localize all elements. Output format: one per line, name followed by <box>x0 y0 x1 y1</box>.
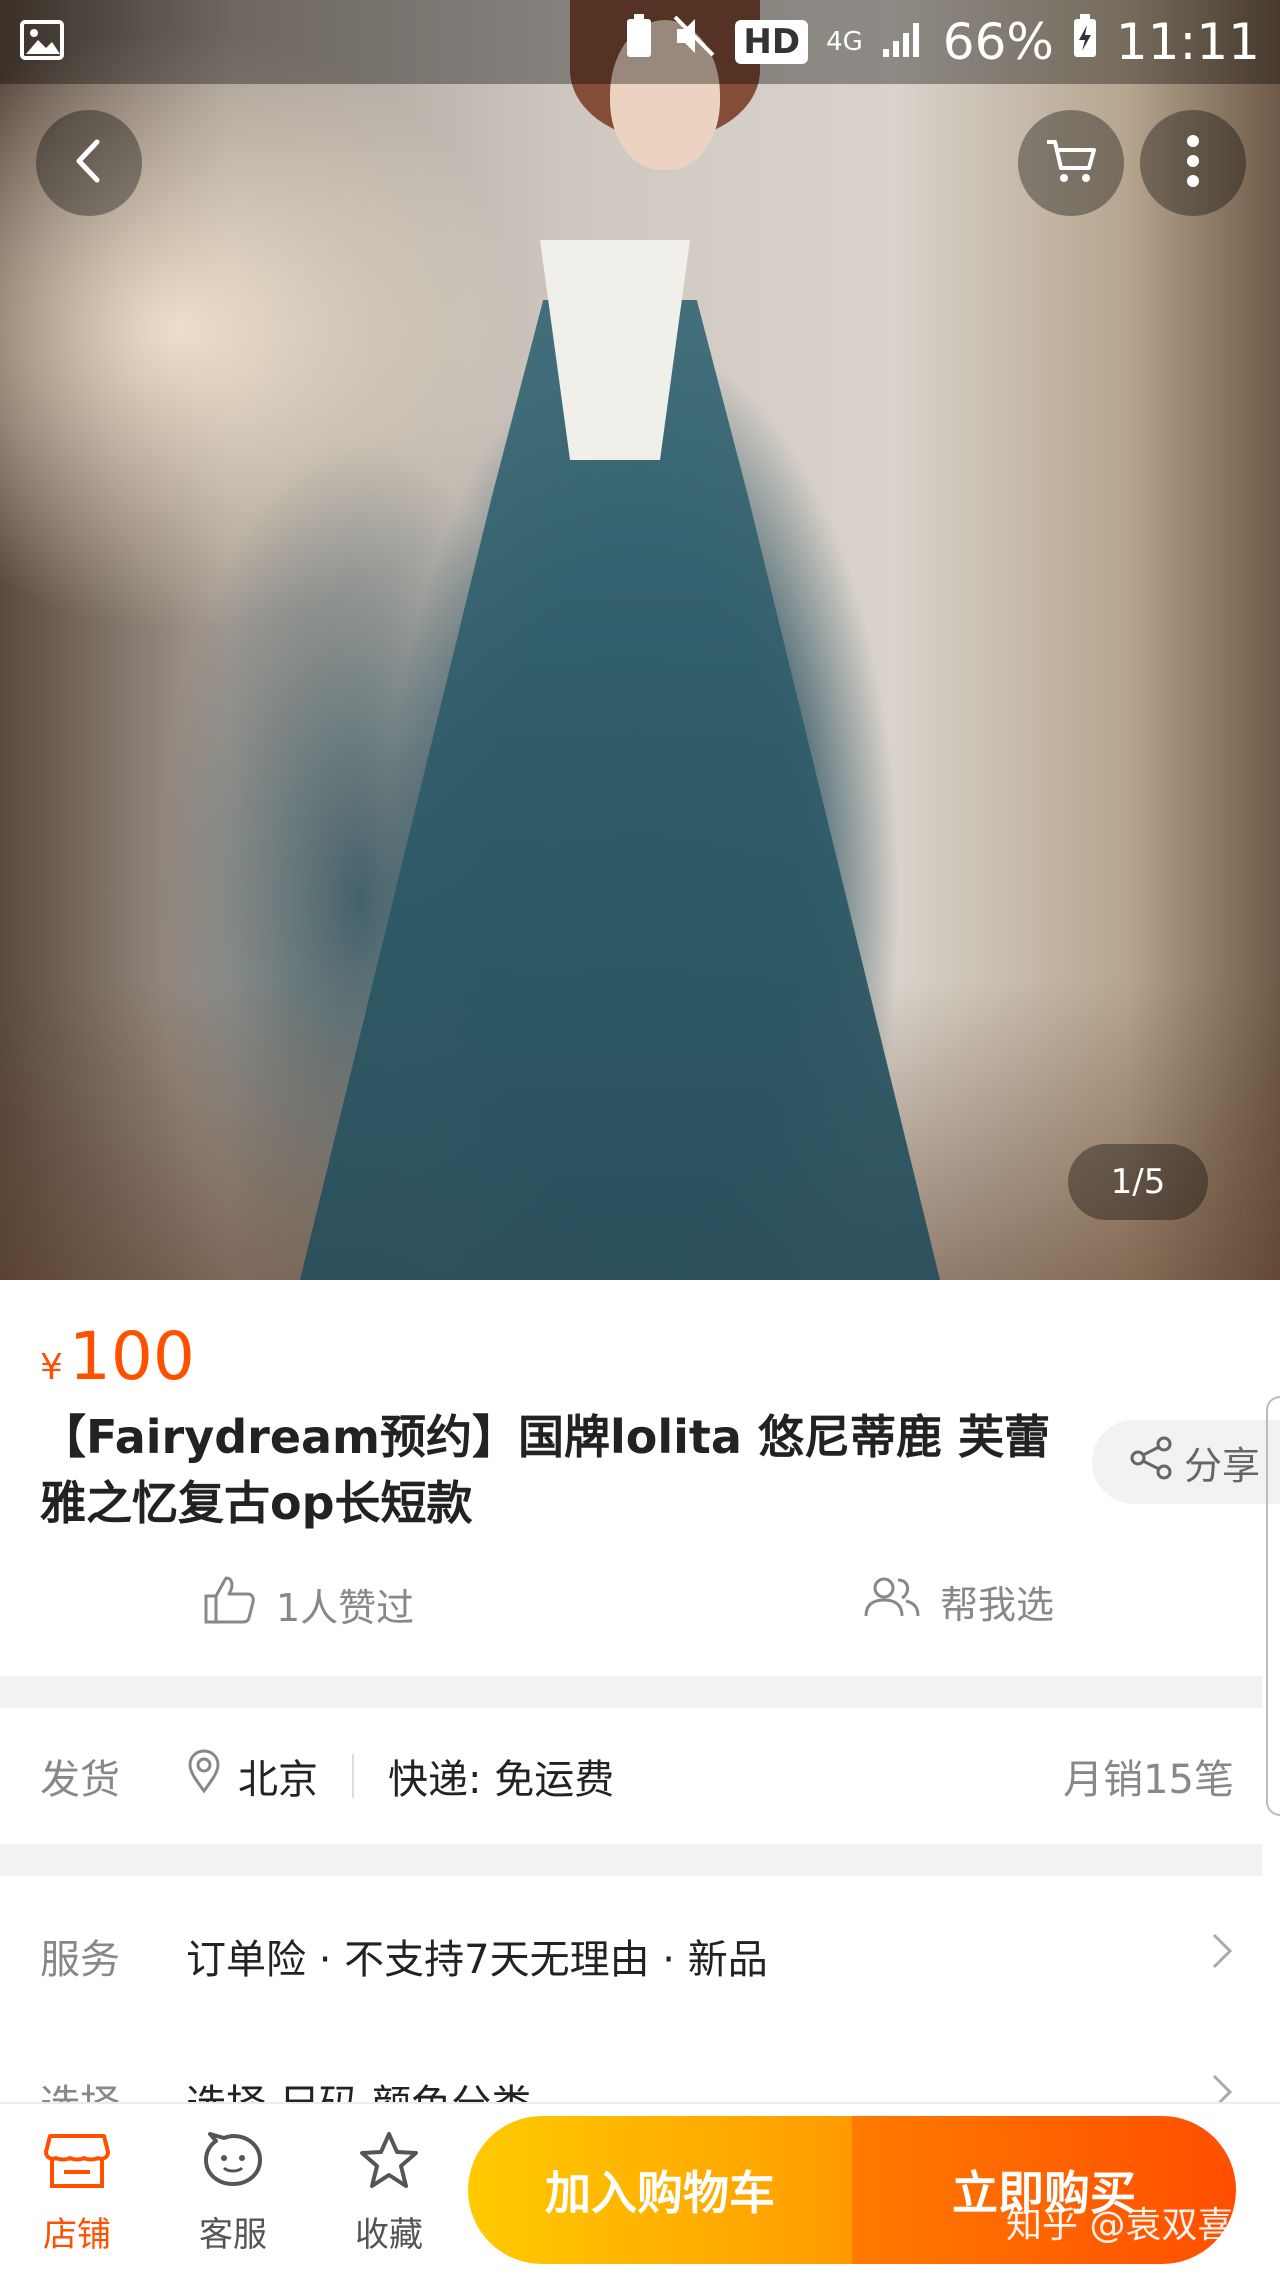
service-label: 服务 <box>40 1937 120 1983</box>
shipping-divider <box>352 1754 354 1798</box>
shipping-city: 北京 <box>238 1757 318 1803</box>
shipping-label: 发货 <box>40 1757 120 1803</box>
gallery-notification-icon <box>20 20 64 64</box>
help-me-choose-button[interactable]: 帮我选 <box>862 1574 1054 1629</box>
shipping-express: 快递: 免运费 <box>388 1757 615 1803</box>
favorite-label: 收藏 <box>355 2215 423 2255</box>
favorite-tab[interactable]: 收藏 <box>334 2130 444 2256</box>
mute-icon <box>671 13 717 71</box>
battery-charging-icon <box>1072 13 1098 71</box>
signal-icon <box>881 13 925 71</box>
network-type: 4G <box>826 27 863 57</box>
price: ¥ 100 <box>40 1318 195 1395</box>
customer-service-tab[interactable]: 客服 <box>178 2130 288 2256</box>
select-label: 选择 <box>40 2072 186 2102</box>
service-value: 订单险 · 不支持7天无理由 · 新品 <box>186 1937 768 1983</box>
like-button[interactable]: 1人赞过 <box>202 1574 414 1635</box>
clock: 11:11 <box>1115 13 1260 71</box>
service-row[interactable]: 服务 订单险 · 不支持7天无理由 · 新品 <box>0 1886 1262 2026</box>
select-options-row[interactable]: 选择 选择 尺码 颜色分类 <box>0 2022 1262 2102</box>
cart-icon <box>1043 136 1099 190</box>
edge-handle[interactable] <box>1266 1396 1280 1816</box>
likes-label: 1人赞过 <box>276 1586 415 1630</box>
chevron-right-icon <box>1210 2072 1234 2102</box>
chevron-left-icon <box>69 136 109 190</box>
chat-face-icon <box>200 2130 266 2199</box>
monthly-sales: 月销15笔 <box>1063 1757 1234 1803</box>
location-pin-icon <box>186 1748 222 1804</box>
share-label: 分享 <box>1184 1443 1261 1488</box>
share-button[interactable]: 分享 <box>1092 1420 1280 1504</box>
store-label: 店铺 <box>43 2215 111 2255</box>
shipping-origin: 北京 <box>186 1747 318 1805</box>
battery-percent: 66% <box>942 13 1054 71</box>
share-icon <box>1128 1435 1174 1490</box>
thumbs-up-icon <box>202 1574 258 1635</box>
section-divider <box>0 1676 1262 1708</box>
help-label: 帮我选 <box>940 1583 1055 1627</box>
customer-service-label: 客服 <box>199 2215 267 2255</box>
price-currency: ¥ <box>40 1347 63 1388</box>
store-tab[interactable]: 店铺 <box>22 2130 132 2256</box>
group-icon <box>862 1574 922 1629</box>
store-icon <box>44 2130 110 2199</box>
cart-button[interactable] <box>1018 110 1124 216</box>
back-button[interactable] <box>36 110 142 216</box>
status-bar: HD 4G 66% 11:11 <box>0 0 1280 84</box>
select-value: 选择 尺码 颜色分类 <box>186 2072 531 2102</box>
image-page-indicator: 1/5 <box>1068 1144 1208 1220</box>
section-divider <box>0 1844 1262 1876</box>
shipping-row: 发货 北京 快递: 免运费 月销15笔 <box>0 1708 1262 1844</box>
more-vertical-icon <box>1183 131 1203 195</box>
battery-saver-icon <box>625 13 653 71</box>
price-value: 100 <box>68 1318 195 1395</box>
more-button[interactable] <box>1140 110 1246 216</box>
chevron-right-icon <box>1210 1931 1234 1982</box>
add-to-cart-button[interactable]: 加入购物车 <box>468 2116 852 2264</box>
watermark: 知乎 @袁双喜 <box>1006 2205 1234 2246</box>
star-icon <box>356 2130 422 2199</box>
hd-badge: HD <box>735 20 809 64</box>
social-row: 1人赞过 帮我选 <box>0 1560 1262 1660</box>
product-title: 【Fairydream预约】国牌lolita 悠尼蒂鹿 芙蕾雅之忆复古op长短款 <box>40 1410 1050 1530</box>
